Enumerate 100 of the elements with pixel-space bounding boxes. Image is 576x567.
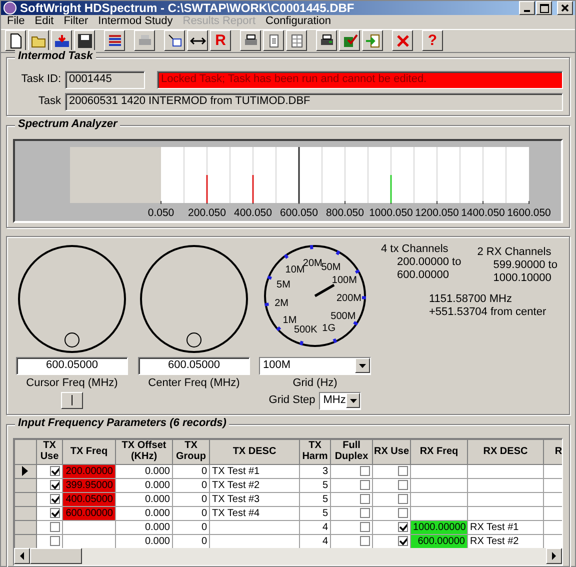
column-header[interactable]: TX DESC bbox=[210, 439, 300, 464]
checkbox[interactable] bbox=[50, 480, 60, 490]
horizontal-scrollbar[interactable] bbox=[14, 548, 562, 565]
column-header[interactable]: TX Harm bbox=[300, 439, 330, 464]
menu-item[interactable]: File bbox=[7, 15, 25, 29]
table-cell: 0 bbox=[172, 506, 210, 520]
checkbox[interactable] bbox=[398, 508, 408, 518]
menu-item[interactable]: Intermod Study bbox=[98, 15, 173, 29]
checkbox[interactable] bbox=[360, 466, 370, 476]
table-cell: 400.05000 bbox=[63, 492, 115, 506]
table-cell: 0.000 bbox=[116, 506, 172, 520]
maximize-button[interactable] bbox=[536, 1, 552, 16]
table-cell: TX Test #4 bbox=[210, 506, 300, 520]
column-header[interactable]: RX DESC bbox=[468, 439, 544, 464]
checklist-icon[interactable] bbox=[339, 30, 360, 52]
scroll-left-icon[interactable] bbox=[14, 548, 30, 564]
column-header[interactable]: R bbox=[544, 439, 562, 464]
checkbox[interactable] bbox=[360, 480, 370, 490]
table-cell: 5 bbox=[300, 492, 330, 506]
document-icon[interactable] bbox=[263, 30, 284, 52]
channel-range: 1000.10000 bbox=[492, 272, 552, 286]
cursor-button[interactable]: | bbox=[61, 392, 83, 409]
table-cell: 600.00000 bbox=[411, 534, 467, 548]
channel-range: 200.00000 to bbox=[396, 256, 462, 269]
lock-message: Locked Task; Task has been run and cannot be edited. bbox=[157, 70, 563, 89]
minimize-button[interactable] bbox=[519, 1, 535, 16]
menu-item[interactable]: Configuration bbox=[266, 15, 331, 29]
grid-select[interactable]: 100M bbox=[259, 356, 371, 375]
close-button[interactable] bbox=[557, 1, 573, 16]
printer-icon[interactable] bbox=[134, 30, 155, 52]
checkbox[interactable] bbox=[398, 522, 408, 532]
channel-count: 4 tx Channels bbox=[381, 242, 450, 256]
axis-label: 600.050 bbox=[280, 206, 318, 219]
scroll-right-icon[interactable] bbox=[546, 548, 562, 564]
checkbox[interactable] bbox=[50, 466, 60, 476]
current-row-icon bbox=[21, 466, 29, 476]
table-cell: 4 bbox=[300, 534, 330, 548]
cursor-box-icon[interactable] bbox=[164, 30, 185, 52]
signal-marker bbox=[252, 174, 254, 203]
channel-range: 599.90000 to bbox=[492, 258, 558, 272]
list-icon[interactable] bbox=[104, 30, 125, 52]
export-icon[interactable] bbox=[362, 30, 383, 52]
frequency-field[interactable]: 600.05000 bbox=[138, 356, 250, 375]
checkbox[interactable] bbox=[50, 522, 60, 532]
printer-icon[interactable] bbox=[316, 30, 337, 52]
table-cell: 3 bbox=[300, 464, 330, 478]
checkbox[interactable] bbox=[398, 536, 408, 546]
new-document-icon[interactable] bbox=[5, 30, 26, 52]
table-cell: 200.00000 bbox=[63, 464, 115, 478]
menu-item[interactable]: Filter bbox=[64, 15, 88, 29]
table-cell: 0.000 bbox=[116, 478, 172, 492]
frequency-field[interactable]: 600.05000 bbox=[16, 356, 128, 375]
column-header[interactable]: TX Freq bbox=[62, 439, 116, 464]
table-cell: 600.00000 bbox=[63, 506, 115, 520]
checkbox[interactable] bbox=[360, 536, 370, 546]
menu-item[interactable]: Edit bbox=[34, 15, 54, 29]
table-cell: 0 bbox=[172, 492, 210, 506]
checkbox[interactable] bbox=[50, 536, 60, 546]
tray-icon[interactable] bbox=[51, 30, 72, 52]
column-header[interactable]: TX Group bbox=[172, 439, 210, 464]
dial-label: 100M bbox=[332, 274, 357, 286]
folder-icon[interactable] bbox=[28, 30, 49, 52]
checkbox[interactable] bbox=[398, 494, 408, 504]
table-cell: 0.000 bbox=[116, 534, 172, 548]
column-header[interactable]: RX Freq bbox=[410, 439, 468, 464]
field-label: Grid Step bbox=[268, 394, 316, 408]
channel-count: 2 RX Channels bbox=[477, 246, 552, 259]
table-cell: RX Test #2 bbox=[468, 534, 544, 548]
column-header[interactable]: TX Offset (KHz) bbox=[116, 439, 172, 464]
table-cell: TX Test #3 bbox=[210, 492, 300, 506]
axis-label: 0.050 bbox=[148, 206, 174, 219]
column-header[interactable]: TX Use bbox=[36, 439, 62, 464]
dial-knob[interactable] bbox=[138, 242, 250, 355]
checkbox[interactable] bbox=[398, 466, 408, 476]
grid-dial[interactable]: 20M 10M 50M 5M 100M 2M 200M 1M 500M 500K 1G bbox=[262, 242, 368, 349]
group-title: Spectrum Analyzer bbox=[15, 118, 120, 131]
checkbox[interactable] bbox=[398, 480, 408, 490]
column-header[interactable]: RX Use bbox=[372, 439, 410, 464]
table-icon[interactable] bbox=[286, 30, 307, 52]
column-header[interactable]: Full Duplex bbox=[330, 439, 372, 464]
field-label: Grid (Hz) bbox=[292, 376, 338, 390]
checkbox[interactable] bbox=[360, 494, 370, 504]
field-label: Cursor Freq (MHz) bbox=[26, 376, 118, 390]
grid-step-select[interactable]: MHz bbox=[319, 392, 362, 410]
dial-label: 1M bbox=[282, 314, 297, 326]
checkbox[interactable] bbox=[50, 508, 60, 518]
table-cell: TX Test #2 bbox=[210, 478, 300, 492]
checkbox[interactable] bbox=[360, 508, 370, 518]
table-cell: 0 bbox=[172, 520, 210, 534]
table-cell: 0 bbox=[172, 534, 210, 548]
table-cell: 0 bbox=[172, 478, 210, 492]
delete-icon[interactable] bbox=[392, 30, 413, 52]
scroll-thumb[interactable] bbox=[30, 548, 82, 564]
dial-label: 500K bbox=[294, 324, 318, 336]
dial-knob[interactable] bbox=[16, 242, 128, 355]
checkbox[interactable] bbox=[50, 494, 60, 504]
row-header[interactable] bbox=[14, 464, 36, 478]
checkbox[interactable] bbox=[360, 522, 370, 532]
printer-icon[interactable] bbox=[240, 30, 261, 52]
select-value: 100M bbox=[263, 358, 291, 372]
